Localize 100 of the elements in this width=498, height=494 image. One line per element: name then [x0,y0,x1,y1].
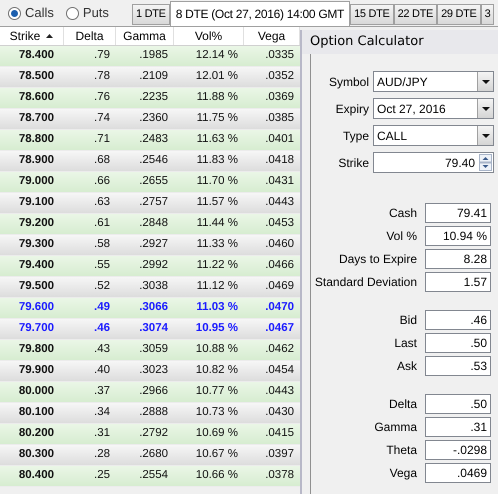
table-row[interactable]: 78.900 .68 .2546 11.83 % .0418 [0,151,300,172]
table-row[interactable]: 80.300 .28 .2680 10.67 % .0397 [0,445,300,466]
table-row[interactable]: 79.100 .63 .2757 11.57 % .0443 [0,193,300,214]
table-cell-text: 10.69 % [194,426,239,442]
table-row[interactable]: 78.400 .79 .1985 12.14 % .0335 [0,46,300,67]
table-cell-text: 10.66 % [194,468,239,484]
table-cell-text: .58 [93,237,111,252]
table-cell-text: 79.200 [18,216,55,232]
table-row[interactable]: 79.800 .43 .3059 10.88 % .0462 [0,340,300,361]
table-cell-text: .0397 [264,447,295,462]
table-row[interactable]: 80.200 .31 .2792 10.69 % .0415 [0,424,300,445]
table-cell-text: .0470 [264,300,295,316]
table-row[interactable]: 79.900 .40 .3023 10.82 % .0454 [0,361,300,382]
table-cell-text: .0401 [264,132,295,148]
table-cell-text: 79.900 [18,363,55,378]
table-cell-text: .28 [93,447,111,462]
table-row[interactable]: 80.400 .25 .2554 10.66 % .0378 [0,466,300,487]
table-cell-text: .2680 [138,447,169,462]
column-header[interactable]: Vol% [194,27,222,45]
tab[interactable]: 29 DTE [437,4,481,25]
table-cell-text: .0453 [264,216,295,232]
table-cell-text: .43 [93,342,111,358]
dropdown-arrow-icon [482,134,490,138]
table-cell-text: .76 [93,90,111,106]
table-cell-text: .55 [93,258,111,274]
table-cell-text: .0462 [264,342,295,358]
field-label: Days to Expire [338,251,417,268]
tab[interactable]: 1 DTE [132,4,170,25]
field-label: Standard Deviation [314,274,417,291]
table-cell-text: .49 [93,300,111,316]
table-cell-text: .2966 [138,384,169,400]
table-cell-text: .25 [93,468,111,484]
table-row[interactable]: 79.300 .58 .2927 11.33 % .0460 [0,235,300,256]
table-row[interactable]: 79.000 .66 .2655 11.70 % .0431 [0,172,300,193]
spinner-field[interactable]: 79.40 [373,152,494,173]
field-label: Bid [398,312,417,329]
table-cell-text: 79.400 [18,258,55,274]
table-row[interactable]: 79.400 .55 .2992 11.22 % .0466 [0,256,300,277]
table-cell-text: .66 [93,174,111,190]
table-row[interactable]: 79.500 .52 .3038 11.12 % .0469 [0,277,300,298]
table-cell-text: 78.600 [18,90,55,106]
table-row[interactable]: 79.200 .61 .2848 11.44 % .0453 [0,214,300,235]
table-row[interactable]: 78.500 .78 .2109 12.01 % .0352 [0,67,300,88]
field-label: Gamma [373,419,417,436]
table-cell-text: .0443 [264,384,295,400]
table-cell-text: 80.100 [18,405,55,420]
table-row[interactable]: 79.600 .49 .3066 11.03 % .0470 [0,298,300,319]
table-cell-text: 78.400 [18,48,55,64]
output-field: .50 [425,333,491,353]
table-row[interactable]: 78.800 .71 .2483 11.63 % .0401 [0,130,300,151]
table-cell-text: .3023 [138,363,169,378]
dropdown[interactable]: AUD/JPY [373,71,494,92]
field-label: Vol % [385,228,417,245]
tab[interactable]: 22 DTE [394,4,438,25]
table-cell-text: 80.000 [18,384,55,400]
table-cell-text: .3059 [138,342,169,358]
dropdown[interactable]: CALL [373,125,494,146]
tab[interactable]: 15 DTE [350,4,394,25]
table-row[interactable]: 79.700 .46 .3074 10.95 % .0467 [0,319,300,340]
output-field: 1.57 [425,272,491,292]
table-cell-text: .0335 [264,48,295,64]
table-cell-text: .71 [93,132,111,148]
table-row[interactable]: 80.000 .37 .2966 10.77 % .0443 [0,382,300,403]
field-label: Strike [337,155,369,172]
output-field: .0469 [425,463,491,483]
table-cell-text: 78.700 [18,111,55,126]
column-header[interactable]: Gamma [123,27,166,45]
table-cell-text: 11.57 % [196,195,239,210]
table-cell-text: .0385 [264,111,295,126]
table-cell-text: .0415 [264,426,295,442]
table-row[interactable]: 78.700 .74 .2360 11.75 % .0385 [0,109,300,130]
table-row[interactable]: 78.600 .76 .2235 11.88 % .0369 [0,88,300,109]
tab[interactable]: 3 [480,4,494,25]
spinner-arrows-icon[interactable] [479,154,492,171]
column-header[interactable]: Vega [258,27,286,45]
table-row[interactable]: 80.100 .34 .2888 10.73 % .0430 [0,403,300,424]
field-label: Last [393,335,417,352]
table-cell-text: 80.200 [18,426,55,442]
table-cell-text: 78.500 [18,69,55,84]
output-field: .53 [425,356,491,376]
table-cell-text: .2792 [138,426,169,442]
table-cell-text: 11.88 % [196,90,239,106]
column-header[interactable]: Strike [10,27,40,45]
sort-ascending-icon [46,34,54,38]
tab[interactable]: 8 DTE (Oct 27, 2016) 14:00 GMT [170,1,350,26]
column-header[interactable]: Delta [75,27,104,45]
radio-button[interactable]: Calls [8,3,54,23]
dropdown[interactable]: Oct 27, 2016 [373,98,494,119]
output-field: 8.28 [425,249,491,269]
radio-button[interactable]: Puts [66,3,109,23]
field-label: Cash [388,205,417,222]
field-label: Vega [388,465,417,482]
table-cell-text: 11.03 % [195,300,239,316]
table-cell-text: 11.44 % [196,216,239,232]
table-cell-text: .2546 [138,153,169,168]
table-cell-text: 11.83 % [196,153,239,168]
table-cell-text: 11.22 % [196,258,239,274]
table-cell-text: .0369 [264,90,295,106]
table-cell-text: 12.14 % [194,48,239,64]
table-cell-text: 11.70 % [196,174,239,190]
